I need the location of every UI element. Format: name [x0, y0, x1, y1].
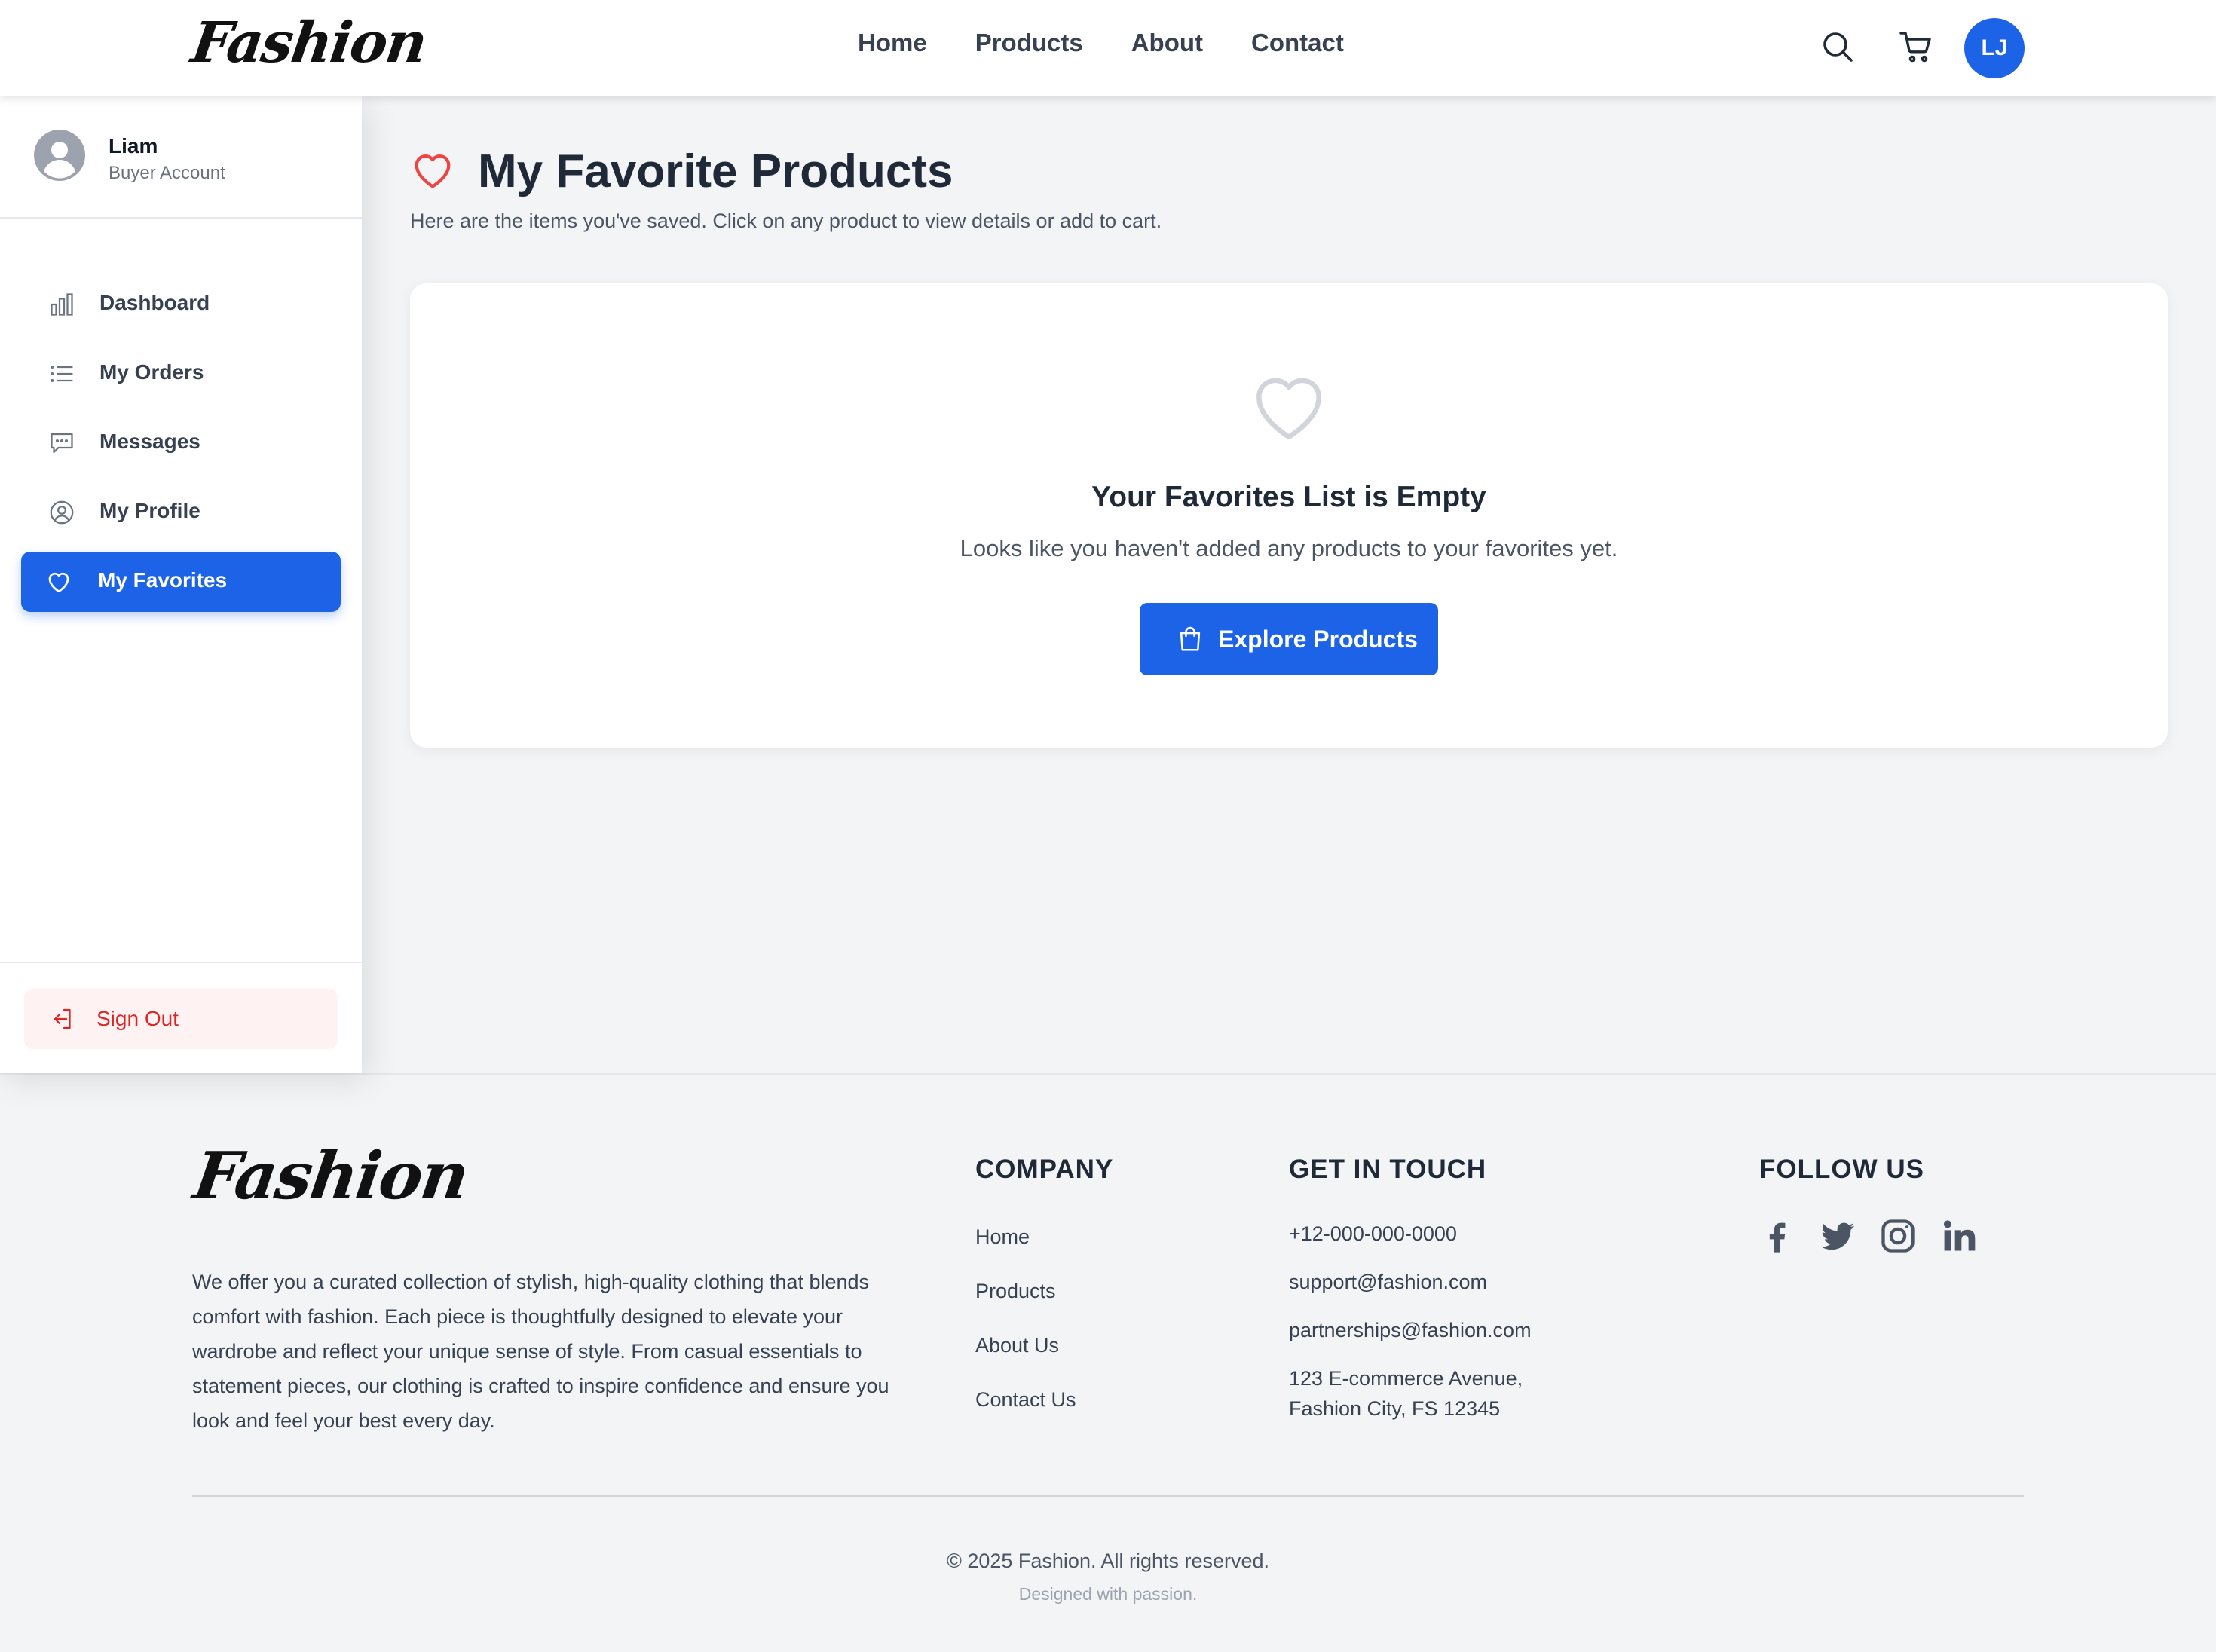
sign-out-label: Sign Out: [96, 1007, 179, 1030]
footer-link-home[interactable]: Home: [975, 1225, 1030, 1249]
explore-button-label: Explore Products: [1218, 626, 1418, 653]
bar-chart-icon: [48, 291, 75, 318]
footer-phone[interactable]: +12-000-000-0000: [1289, 1222, 1457, 1246]
nav-home[interactable]: Home: [858, 29, 927, 57]
user-summary: Liam Buyer Account: [0, 96, 362, 219]
footer-support-email[interactable]: support@fashion.com: [1289, 1271, 1487, 1294]
sidebar-footer: Sign Out: [0, 962, 362, 1073]
shopping-bag-icon: [1176, 624, 1204, 654]
facebook-icon[interactable]: [1758, 1216, 1797, 1256]
footer-link-contact[interactable]: Contact Us: [975, 1388, 1076, 1412]
site-footer: Fashion We offer you a curated collectio…: [0, 1073, 2216, 1652]
sidebar-item-favorites[interactable]: My Favorites: [21, 552, 341, 612]
search-icon[interactable]: [1820, 29, 1856, 65]
top-navbar: Fashion Home Products About Contact LJ: [0, 0, 2216, 96]
footer-divider: [192, 1495, 2024, 1497]
page-subtitle: Here are the items you've saved. Click o…: [410, 210, 1162, 232]
sign-out-icon: [48, 1005, 75, 1032]
nav-products[interactable]: Products: [975, 29, 1083, 57]
favorites-empty-state: Your Favorites List is Empty Looks like …: [410, 283, 2168, 748]
sidebar-item-label: Dashboard: [99, 291, 210, 314]
footer-logo[interactable]: Fashion: [189, 1138, 473, 1214]
list-icon: [48, 360, 75, 387]
account-sidebar: Liam Buyer Account Dashboard My Orders M…: [0, 96, 362, 1073]
user-role: Buyer Account: [109, 163, 225, 183]
user-avatar-button[interactable]: LJ: [1964, 18, 2025, 78]
page-title: My Favorite Products: [478, 145, 953, 197]
nav-about[interactable]: About: [1131, 29, 1203, 57]
twitter-icon[interactable]: [1818, 1216, 1857, 1256]
heart-icon: [410, 148, 455, 193]
sidebar-item-label: My Profile: [99, 499, 200, 522]
sidebar-item-label: My Orders: [99, 360, 204, 384]
explore-products-button[interactable]: Explore Products: [1140, 603, 1438, 675]
sidebar-item-label: My Favorites: [98, 568, 228, 592]
cart-icon[interactable]: [1898, 29, 1934, 65]
footer-tagline: Designed with passion.: [1018, 1584, 1198, 1604]
brand-logo[interactable]: Fashion: [188, 11, 430, 75]
sidebar-item-dashboard[interactable]: Dashboard: [21, 274, 341, 335]
heart-icon: [45, 568, 72, 595]
footer-company-heading: COMPANY: [975, 1155, 1114, 1184]
nav-contact[interactable]: Contact: [1251, 29, 1344, 57]
sidebar-item-label: Messages: [99, 430, 200, 453]
instagram-icon[interactable]: [1878, 1216, 1918, 1256]
sidebar-item-profile[interactable]: My Profile: [21, 482, 341, 543]
empty-state-message: Looks like you haven't added any product…: [960, 535, 1618, 561]
linkedin-icon[interactable]: [1939, 1216, 1978, 1256]
user-circle-icon: [48, 499, 75, 526]
footer-address-line1: 123 E-commerce Avenue,: [1289, 1367, 1523, 1390]
copyright-text: © 2025 Fashion. All rights reserved.: [946, 1550, 1270, 1572]
empty-heart-icon: [1247, 365, 1331, 449]
sign-out-button[interactable]: Sign Out: [24, 989, 338, 1049]
chat-icon: [48, 430, 75, 457]
sidebar-item-orders[interactable]: My Orders: [21, 344, 341, 404]
footer-contact-heading: GET IN TOUCH: [1289, 1155, 1487, 1184]
footer-partnership-email[interactable]: partnerships@fashion.com: [1289, 1319, 1532, 1342]
footer-about-text: We offer you a curated collection of sty…: [192, 1271, 889, 1432]
main-nav: Home Products About Contact: [858, 29, 1392, 57]
footer-address-line2: Fashion City, FS 12345: [1289, 1397, 1501, 1420]
user-name: Liam: [109, 134, 158, 158]
footer-link-products[interactable]: Products: [975, 1280, 1056, 1303]
footer-follow-heading: FOLLOW US: [1759, 1155, 1924, 1184]
avatar-icon: [34, 130, 85, 181]
sidebar-item-messages[interactable]: Messages: [21, 413, 341, 473]
empty-state-title: Your Favorites List is Empty: [1091, 481, 1486, 513]
footer-link-about[interactable]: About Us: [975, 1334, 1059, 1357]
